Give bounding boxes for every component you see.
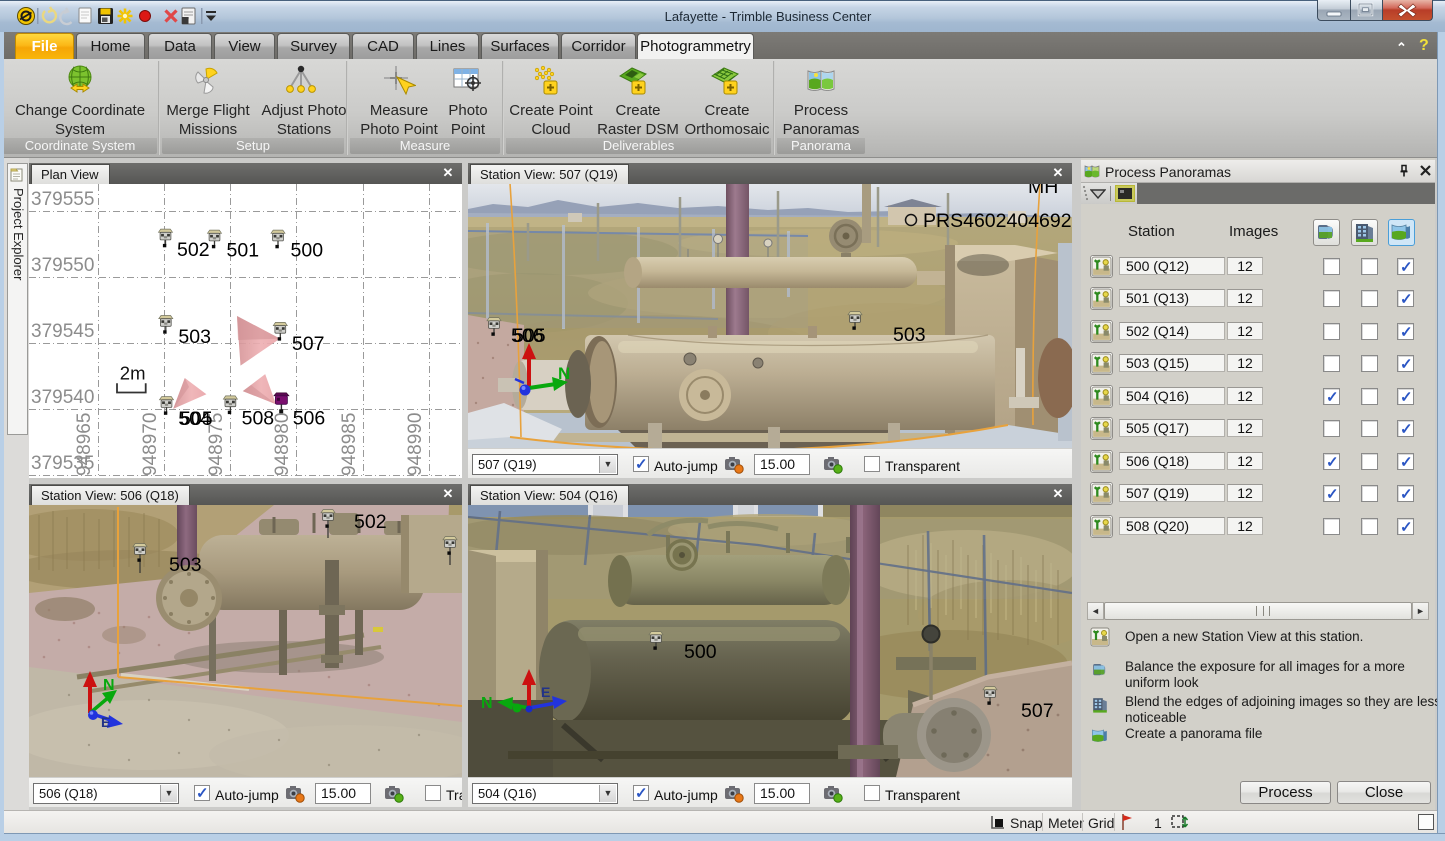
svg-text:506: 506: [293, 407, 326, 429]
svg-text:PRS46024046927: PRS46024046927: [923, 210, 1072, 232]
svg-text:505: 505: [180, 408, 213, 430]
svg-text:379545: 379545: [31, 321, 94, 342]
svg-text:948980: 948980: [272, 413, 293, 476]
svg-text:N: N: [558, 364, 570, 383]
svg-text:N: N: [103, 677, 115, 694]
svg-text:503: 503: [178, 326, 211, 348]
svg-text:503: 503: [893, 324, 926, 346]
svg-text:503: 503: [169, 554, 202, 576]
svg-text:501: 501: [227, 240, 260, 262]
svg-text:502: 502: [354, 511, 387, 533]
svg-text:948965: 948965: [74, 413, 95, 476]
svg-text:507: 507: [292, 333, 325, 355]
svg-text:379555: 379555: [31, 189, 94, 210]
svg-text:508: 508: [242, 407, 275, 429]
svg-text:500: 500: [291, 240, 324, 262]
svg-text:N: N: [481, 695, 493, 712]
svg-text:507: 507: [1021, 700, 1054, 722]
svg-text:E: E: [101, 714, 110, 730]
svg-text:379550: 379550: [31, 255, 94, 276]
svg-text:2m: 2m: [120, 363, 146, 384]
svg-text:502: 502: [177, 239, 210, 261]
svg-text:MH: MH: [1028, 184, 1058, 198]
svg-text:948985: 948985: [339, 413, 360, 476]
svg-text:505: 505: [513, 325, 546, 347]
svg-text:948990: 948990: [405, 413, 426, 476]
svg-text:500: 500: [684, 641, 717, 663]
svg-text:379540: 379540: [31, 387, 94, 408]
svg-text:948970: 948970: [140, 413, 161, 476]
svg-text:E: E: [541, 684, 550, 700]
